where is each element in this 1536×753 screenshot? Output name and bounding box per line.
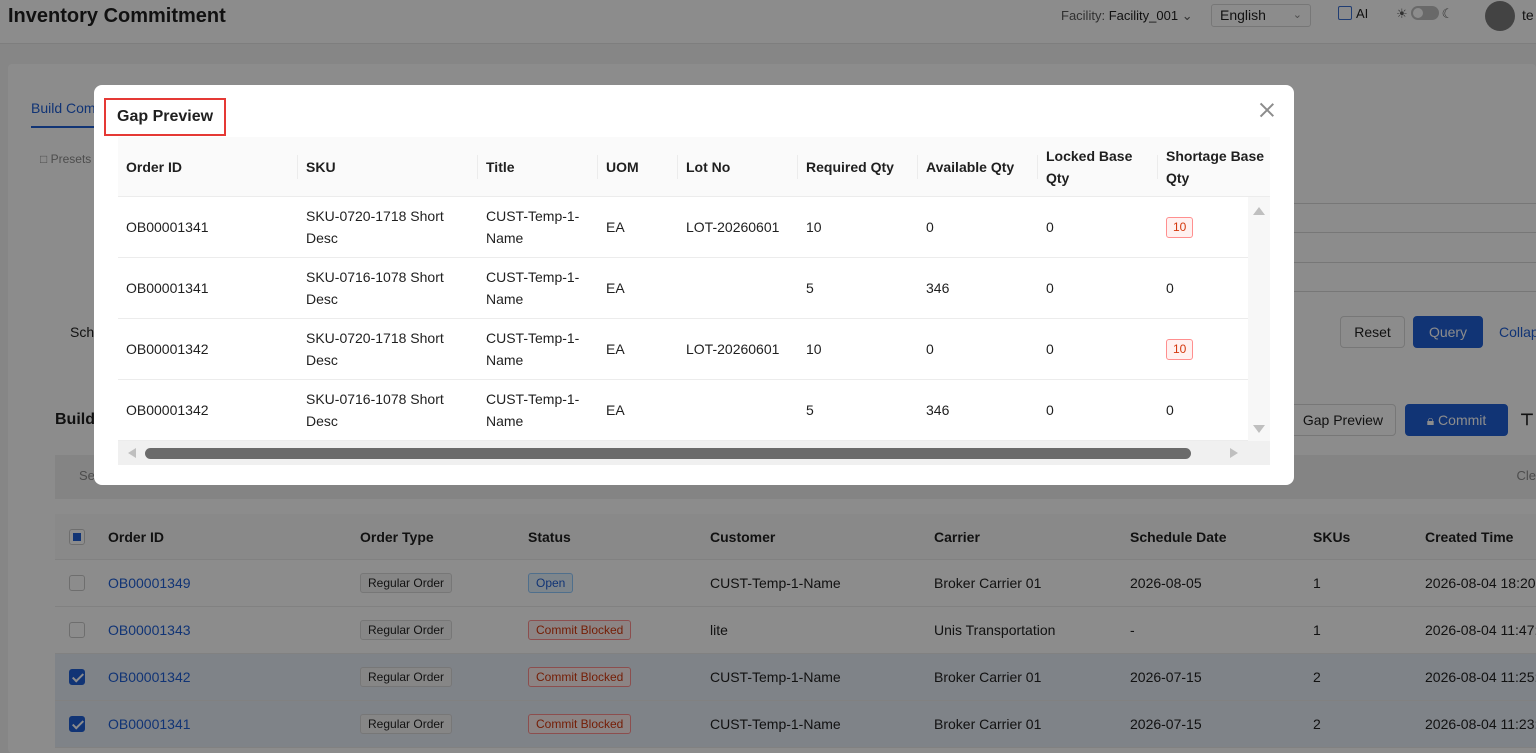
column-header[interactable]: Lot No	[676, 137, 730, 196]
cell-text: LOT-20260601	[686, 219, 780, 235]
column-header[interactable]: Title	[477, 137, 515, 196]
cell-locked: 0	[1046, 258, 1146, 318]
cell-text: 0	[926, 219, 934, 235]
shortage-badge: 10	[1166, 216, 1194, 238]
cell-text: CUST-Temp-1-Name	[486, 208, 580, 246]
cell-sku: SKU-0716-1078 Short Desc	[306, 258, 456, 318]
cell-text: EA	[606, 219, 625, 235]
cell-text: CUST-Temp-1-Name	[486, 330, 580, 368]
cell-text: 0	[1166, 280, 1174, 296]
table-header: Order ID SKU Title UOM Lot No Required Q…	[118, 137, 1270, 197]
cell-text: 5	[806, 402, 814, 418]
gap-preview-table: Order ID SKU Title UOM Lot No Required Q…	[118, 137, 1270, 465]
cell-title: CUST-Temp-1-Name	[486, 197, 586, 257]
column-header[interactable]: SKU	[297, 137, 336, 196]
cell-text: SKU-0716-1078 Short Desc	[306, 391, 444, 429]
cell-uom: EA	[606, 380, 666, 440]
cell-required: 5	[806, 258, 906, 318]
modal-title: Gap Preview	[104, 98, 227, 136]
cell-text: LOT-20260601	[686, 341, 780, 357]
column-header[interactable]: UOM	[597, 137, 639, 196]
table-row: OB00001342 SKU-0716-1078 Short Desc CUST-T…	[118, 380, 1248, 441]
cell-text: 5	[806, 280, 814, 296]
scroll-left-icon[interactable]	[128, 448, 136, 458]
cell-text: OB00001341	[126, 280, 209, 296]
vertical-scrollbar[interactable]	[1248, 197, 1270, 441]
cell-text: SKU-0720-1718 Short Desc	[306, 208, 444, 246]
cell-available: 0	[926, 319, 1026, 379]
cell-shortage: 0	[1166, 258, 1246, 318]
cell-sku: SKU-0720-1718 Short Desc	[306, 319, 456, 379]
cell-text: 0	[1046, 341, 1054, 357]
scroll-up-icon[interactable]	[1253, 207, 1265, 215]
cell-lot-no	[686, 380, 796, 440]
cell-text: 0	[926, 341, 934, 357]
cell-lot-no: LOT-20260601	[686, 319, 796, 379]
cell-required: 5	[806, 380, 906, 440]
cell-text: 346	[926, 402, 950, 418]
cell-text: CUST-Temp-1-Name	[486, 391, 580, 429]
cell-uom: EA	[606, 319, 666, 379]
cell-text: SKU-0720-1718 Short Desc	[306, 330, 444, 368]
scrollbar-thumb[interactable]	[145, 448, 1191, 459]
cell-available: 346	[926, 380, 1026, 440]
column-header[interactable]: Order ID	[126, 137, 182, 196]
table-row: OB00001341 SKU-0720-1718 Short Desc CUST-T…	[118, 197, 1248, 258]
cell-required: 10	[806, 319, 906, 379]
cell-title: CUST-Temp-1-Name	[486, 258, 586, 318]
close-icon[interactable]	[1258, 101, 1276, 119]
gap-preview-body: OB00001341 SKU-0720-1718 Short Desc CUST-T…	[118, 197, 1248, 441]
cell-order-id: OB00001342	[126, 380, 286, 440]
cell-sku: SKU-0720-1718 Short Desc	[306, 197, 456, 257]
cell-text: 10	[806, 219, 822, 235]
table-row: OB00001342 SKU-0720-1718 Short Desc CUST-T…	[118, 319, 1248, 380]
cell-text: 0	[1046, 219, 1054, 235]
table-row: OB00001341 SKU-0716-1078 Short Desc CUST-T…	[118, 258, 1248, 319]
cell-text: OB00001342	[126, 341, 209, 357]
cell-title: CUST-Temp-1-Name	[486, 319, 586, 379]
cell-title: CUST-Temp-1-Name	[486, 380, 586, 440]
cell-text: CUST-Temp-1-Name	[486, 269, 580, 307]
cell-shortage: 10	[1166, 197, 1246, 257]
cell-text: OB00001341	[126, 219, 209, 235]
cell-order-id: OB00001342	[126, 319, 286, 379]
cell-locked: 0	[1046, 380, 1146, 440]
cell-shortage: 0	[1166, 380, 1246, 440]
cell-text: 346	[926, 280, 950, 296]
cell-uom: EA	[606, 197, 666, 257]
cell-text: 10	[806, 341, 822, 357]
cell-uom: EA	[606, 258, 666, 318]
cell-text: SKU-0716-1078 Short Desc	[306, 269, 444, 307]
column-header[interactable]: Locked Base Qty	[1037, 137, 1146, 196]
cell-text: OB00001342	[126, 402, 209, 418]
cell-locked: 0	[1046, 319, 1146, 379]
cell-text: 0	[1166, 402, 1174, 418]
cell-text: EA	[606, 341, 625, 357]
cell-text: EA	[606, 280, 625, 296]
cell-order-id: OB00001341	[126, 197, 286, 257]
cell-available: 0	[926, 197, 1026, 257]
column-header[interactable]: Available Qty	[916, 137, 1014, 196]
cell-lot-no	[686, 258, 796, 318]
shortage-badge: 10	[1166, 338, 1194, 360]
column-header[interactable]: Required Qty	[797, 137, 894, 196]
scroll-right-icon[interactable]	[1230, 448, 1238, 458]
column-header[interactable]: Shortage Base Qty	[1157, 137, 1266, 196]
cell-text: EA	[606, 402, 625, 418]
cell-text: 0	[1046, 280, 1054, 296]
horizontal-scrollbar[interactable]	[118, 441, 1270, 465]
cell-sku: SKU-0716-1078 Short Desc	[306, 380, 456, 440]
cell-available: 346	[926, 258, 1026, 318]
cell-text: 0	[1046, 402, 1054, 418]
cell-order-id: OB00001341	[126, 258, 286, 318]
cell-lot-no: LOT-20260601	[686, 197, 796, 257]
scroll-down-icon[interactable]	[1253, 425, 1265, 433]
cell-locked: 0	[1046, 197, 1146, 257]
cell-required: 10	[806, 197, 906, 257]
gap-preview-modal: Gap Preview Order ID SKU Title UOM Lot N…	[94, 85, 1294, 485]
cell-shortage: 10	[1166, 319, 1246, 379]
